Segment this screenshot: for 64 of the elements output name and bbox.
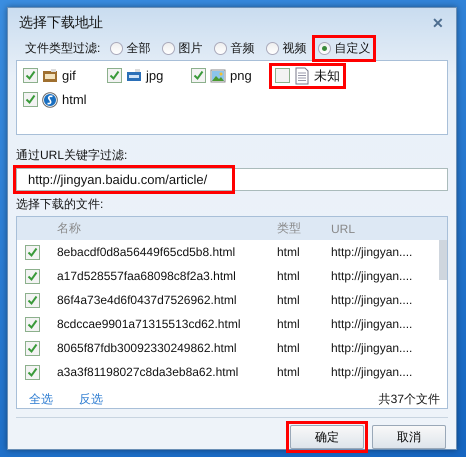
image-file-icon bbox=[42, 68, 58, 84]
globe-icon bbox=[42, 92, 58, 108]
checkbox[interactable] bbox=[23, 68, 38, 84]
checkbox[interactable] bbox=[275, 68, 290, 84]
file-url: http://jingyan.... bbox=[331, 293, 412, 308]
select-link[interactable]: 全选 bbox=[29, 391, 53, 408]
radio-button[interactable] bbox=[318, 42, 332, 56]
file-url: http://jingyan.... bbox=[331, 365, 412, 380]
file-type-label[interactable]: jpg bbox=[146, 68, 164, 84]
file-type: html bbox=[277, 365, 300, 380]
file-url: http://jingyan.... bbox=[331, 245, 412, 260]
select-link[interactable]: 反选 bbox=[79, 391, 103, 408]
file-type-label[interactable]: png bbox=[230, 68, 252, 84]
column-header: 名称 bbox=[57, 220, 81, 238]
picture-icon bbox=[210, 68, 226, 84]
file-name: a17d528557faa68098c8f2a3.html bbox=[57, 269, 236, 284]
file-type: html bbox=[277, 341, 300, 356]
file-name: a3a3f81198027c8da3eb8a62.html bbox=[57, 365, 238, 380]
file-url: http://jingyan.... bbox=[331, 317, 412, 332]
close-button[interactable]: ✕ bbox=[428, 14, 448, 31]
file-name: 8ebacdf0d8a56449f65cd5b8.html bbox=[57, 245, 236, 260]
file-type: html bbox=[277, 245, 300, 260]
radio-button[interactable] bbox=[214, 42, 228, 56]
file-type-label[interactable]: html bbox=[62, 92, 87, 108]
radio-label[interactable]: 音频 bbox=[230, 40, 254, 58]
window-title: 选择下载地址 bbox=[18, 14, 103, 32]
file-type-label[interactable]: gif bbox=[62, 68, 76, 84]
url-filter-label: 通过URL关键字过滤: bbox=[16, 147, 128, 164]
file-name: 8cdccae9901a71315513cd62.html bbox=[57, 317, 240, 332]
filter-label: 文件类型过滤: bbox=[25, 40, 100, 58]
radio-button[interactable] bbox=[162, 42, 176, 56]
radio-label[interactable]: 图片 bbox=[178, 40, 202, 58]
file-name: 8065f87fdb30092330249862.html bbox=[57, 341, 236, 356]
checkbox[interactable] bbox=[25, 244, 40, 260]
column-header: 类型 bbox=[277, 220, 301, 238]
checkbox[interactable] bbox=[25, 316, 40, 332]
dialog-button[interactable]: 取消 bbox=[372, 425, 446, 449]
file-type: html bbox=[277, 293, 300, 308]
url-field[interactable]: http://jingyan.baidu.com/article/ bbox=[16, 168, 448, 192]
files-label: 选择下载的文件: bbox=[16, 196, 104, 214]
file-type: html bbox=[277, 269, 300, 284]
checkbox[interactable] bbox=[107, 68, 122, 84]
checkbox[interactable] bbox=[25, 268, 40, 284]
scrollbar-thumb[interactable] bbox=[439, 240, 447, 280]
checkbox[interactable] bbox=[23, 92, 38, 108]
checkbox[interactable] bbox=[191, 68, 206, 84]
image-file-icon bbox=[126, 68, 142, 84]
dialog-button[interactable]: 确定 bbox=[290, 425, 364, 449]
radio-button[interactable] bbox=[110, 42, 124, 56]
file-count: 共37个文件 bbox=[378, 391, 440, 408]
checkbox[interactable] bbox=[25, 292, 40, 308]
radio-label[interactable]: 视频 bbox=[282, 40, 306, 58]
file-type-label[interactable]: 未知 bbox=[314, 66, 340, 85]
radio-button[interactable] bbox=[266, 42, 280, 56]
checkbox[interactable] bbox=[25, 364, 40, 380]
file-type: html bbox=[277, 317, 300, 332]
column-header: URL bbox=[331, 222, 356, 236]
radio-label[interactable]: 自定义 bbox=[334, 40, 370, 58]
document-icon bbox=[294, 66, 310, 85]
file-url: http://jingyan.... bbox=[331, 269, 412, 284]
checkbox[interactable] bbox=[25, 340, 40, 356]
file-name: 86f4a73e4d6f0437d7526962.html bbox=[57, 293, 236, 308]
file-url: http://jingyan.... bbox=[331, 341, 412, 356]
radio-label[interactable]: 全部 bbox=[126, 40, 150, 58]
